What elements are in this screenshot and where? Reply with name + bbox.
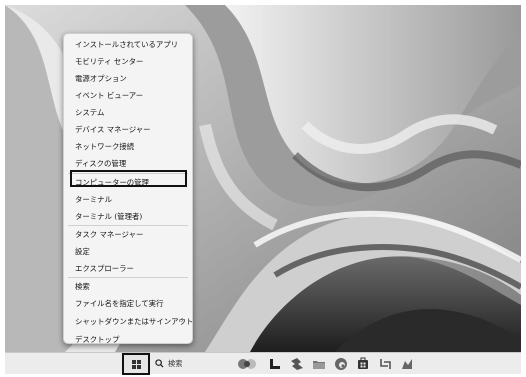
menu-item[interactable]: ファイル名を指定して実行 (64, 296, 192, 312)
folder-icon[interactable] (312, 357, 326, 371)
search-icon (155, 359, 164, 368)
menu-item-label: モビリティ センター (75, 57, 144, 66)
menu-item-label: イベント ビューアー (75, 91, 144, 100)
menu-item[interactable]: 電源オプション (64, 71, 192, 87)
task-view-icon[interactable] (268, 357, 282, 371)
menu-item[interactable]: シャットダウンまたはサインアウト › (64, 314, 194, 330)
search-placeholder: 検索 (168, 359, 183, 368)
menu-item-label: インストールされているアプリ (75, 40, 179, 49)
menu-item-label: 設定 (75, 247, 90, 256)
highlight-box (70, 170, 187, 187)
menu-item-label: エクスプローラー (75, 264, 134, 273)
menu-item-label: システム (75, 108, 105, 117)
menu-item-label: 検索 (75, 282, 90, 291)
menu-item-label: ファイル名を指定して実行 (75, 299, 164, 308)
menu-item-label: シャットダウンまたはサインアウト (75, 317, 194, 326)
menu-item-label: ターミナル (管理者) (75, 212, 143, 221)
snipping-tool-icon[interactable] (378, 357, 392, 371)
menu-separator (68, 277, 188, 278)
menu-item-label: デスクトップ (75, 335, 120, 344)
chevron-right-icon: › (180, 316, 184, 326)
menu-item-label: 電源オプション (75, 74, 127, 83)
app-icon[interactable] (290, 357, 304, 371)
menu-item-label: デバイス マネージャー (75, 125, 151, 134)
store-icon[interactable] (356, 357, 370, 371)
menu-item[interactable]: ターミナル (管理者) (64, 209, 192, 225)
menu-item[interactable]: タスク マネージャー (64, 227, 192, 243)
menu-item[interactable]: ターミナル (64, 192, 192, 208)
start-button[interactable] (122, 353, 150, 375)
edge-icon[interactable] (334, 357, 348, 371)
menu-item[interactable]: デスクトップ (64, 332, 192, 348)
menu-item[interactable]: 検索 (64, 279, 192, 295)
menu-item-label: ターミナル (75, 195, 112, 204)
windows-logo-icon (132, 360, 141, 369)
menu-item-label: タスク マネージャー (75, 230, 144, 239)
win-x-context-menu: インストールされているアプリ モビリティ センター 電源オプションイベント ビューア… (63, 33, 193, 344)
menu-item[interactable]: インストールされているアプリ (64, 37, 192, 53)
menu-item[interactable]: イベント ビューアー (64, 88, 192, 104)
taskbar-search[interactable]: 検索 (151, 356, 231, 372)
menu-item[interactable]: モビリティ センター (64, 54, 192, 70)
menu-item[interactable]: エクスプローラー (64, 261, 192, 277)
taskbar: 検索 (5, 352, 521, 375)
menu-item[interactable]: システム (64, 105, 192, 121)
menu-separator (68, 225, 188, 226)
menu-item-label: ディスクの管理 (75, 159, 127, 168)
copilot-icon[interactable] (236, 357, 258, 371)
menu-item[interactable]: ネットワーク接続 (64, 139, 192, 155)
app-icon[interactable] (400, 357, 414, 371)
menu-item[interactable]: 設定 (64, 244, 192, 260)
menu-item-label: ネットワーク接続 (75, 142, 135, 151)
menu-item[interactable]: デバイス マネージャー (64, 122, 192, 138)
